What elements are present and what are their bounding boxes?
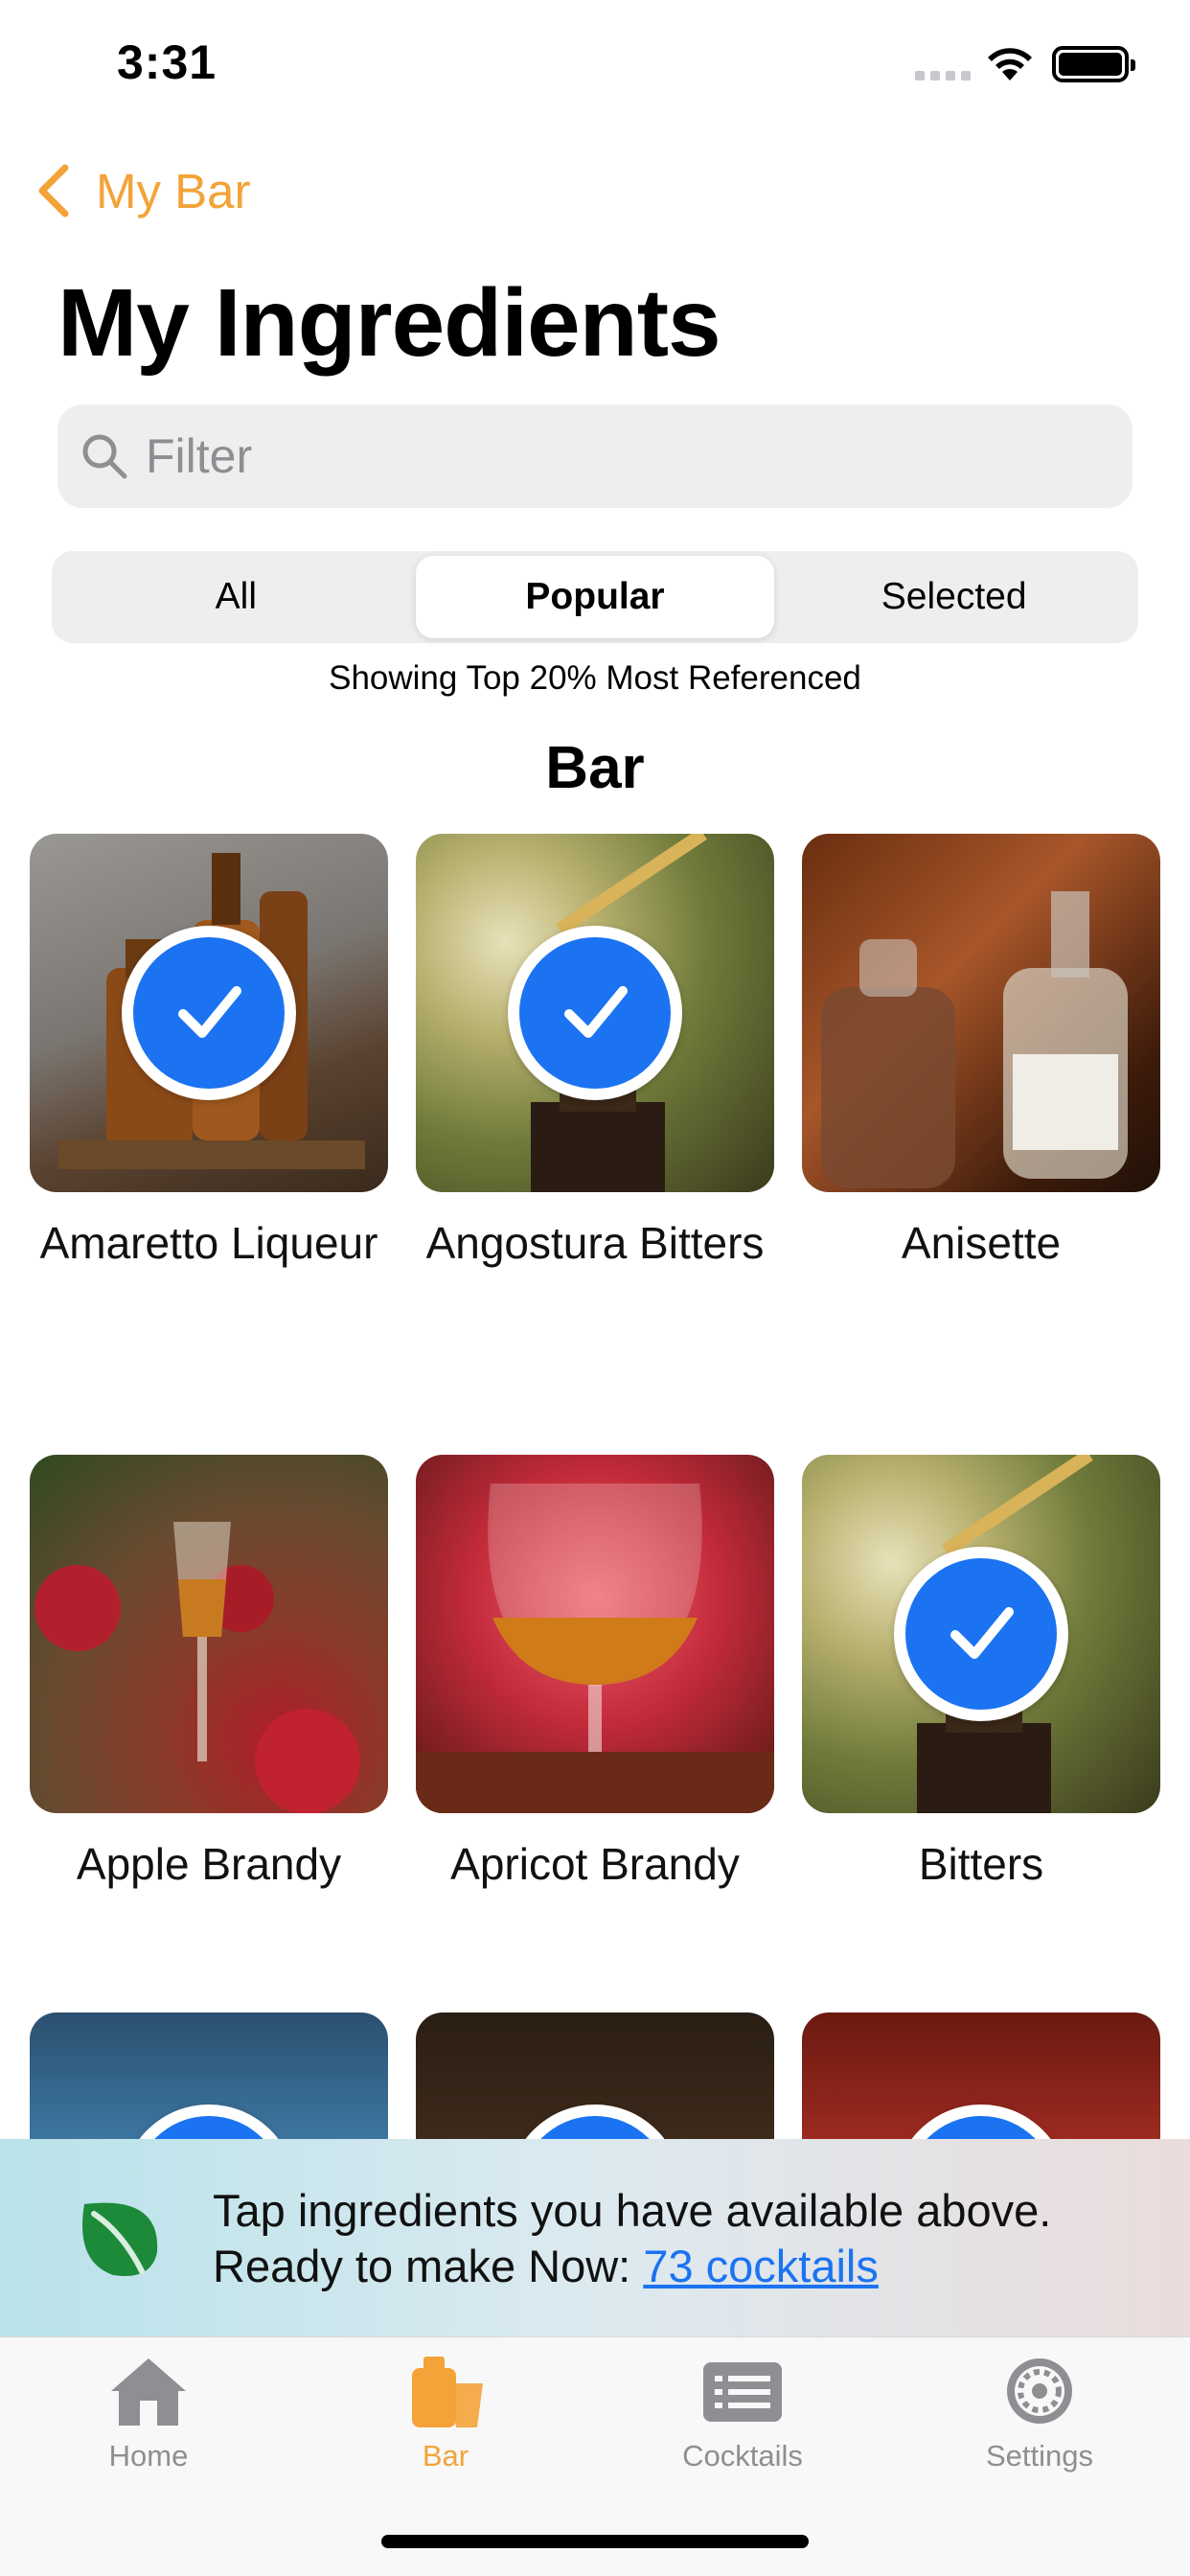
status-bar: 3:31	[0, 0, 1190, 134]
page-title: My Ingredients	[57, 269, 721, 377]
checkmark-badge	[122, 926, 296, 1100]
segment-all[interactable]: All	[57, 556, 416, 638]
tab-cocktails[interactable]: Cocktails	[628, 2353, 858, 2487]
cocktails-link[interactable]: 73 cocktails	[643, 2241, 879, 2291]
chevron-left-icon	[38, 164, 69, 218]
ingredient-image	[416, 1455, 774, 1813]
segmented-control: All Popular Selected	[52, 551, 1138, 643]
ingredient-tile-apricot-brandy[interactable]: Apricot Brandy	[416, 1455, 774, 1895]
ingredient-image	[802, 834, 1160, 1192]
ingredient-tile-anisette[interactable]: Anisette	[802, 834, 1160, 1274]
house-icon	[111, 2358, 186, 2426]
ingredient-image	[802, 1455, 1160, 1813]
tab-bar-label: Bar	[422, 2439, 469, 2472]
banner-line-2: Ready to make Now: 73 cocktails	[213, 2241, 879, 2291]
ingredient-tile-apple-brandy[interactable]: Apple Brandy	[30, 1455, 388, 1895]
ingredient-name: Amaretto Liqueur	[39, 1218, 378, 1268]
ingredient-name: Apple Brandy	[76, 1839, 342, 1889]
battery-icon	[1052, 46, 1135, 82]
tab-home-label: Home	[108, 2439, 189, 2472]
ingredient-tile-angostura-bitters[interactable]: Angostura Bitters	[416, 834, 774, 1274]
list-icon	[703, 2362, 782, 2422]
ingredient-name: Anisette	[901, 1218, 1062, 1268]
ingredient-tile-amaretto-liqueur[interactable]: Amaretto Liqueur	[30, 834, 388, 1274]
ingredient-name: Apricot Brandy	[450, 1839, 740, 1889]
bar-icon	[412, 2357, 483, 2427]
ingredient-name: Angostura Bitters	[425, 1218, 765, 1268]
tab-settings[interactable]: Settings	[925, 2353, 1155, 2487]
home-indicator	[381, 2535, 809, 2548]
ingredient-tile-bitters[interactable]: Bitters	[802, 1455, 1160, 1895]
gear-icon	[1007, 2358, 1072, 2424]
cellular-signal-icon	[915, 71, 971, 80]
banner-text: Tap ingredients you have available above…	[213, 2183, 1051, 2294]
leaf-icon	[82, 2202, 158, 2276]
tab-home[interactable]: Home	[34, 2353, 263, 2487]
status-time: 3:31	[117, 35, 217, 89]
checkmark-badge	[508, 926, 682, 1100]
segment-selected[interactable]: Selected	[774, 556, 1133, 638]
ingredient-name: Bitters	[918, 1839, 1044, 1889]
back-button-label: My Bar	[96, 163, 251, 218]
segment-popular[interactable]: Popular	[415, 556, 775, 638]
filter-search-field[interactable]	[57, 404, 1133, 508]
info-banner: Tap ingredients you have available above…	[0, 2139, 1190, 2336]
section-title: Bar	[545, 735, 645, 801]
wifi-icon	[988, 48, 1032, 80]
checkmark-icon	[950, 1607, 1014, 1659]
ingredient-image	[416, 834, 774, 1192]
search-icon	[82, 434, 127, 479]
checkmark-badge	[894, 1547, 1068, 1721]
checkmark-icon	[178, 986, 241, 1038]
tab-settings-label: Settings	[985, 2439, 1093, 2472]
tab-cocktails-label: Cocktails	[682, 2439, 803, 2472]
back-button[interactable]: My Bar	[34, 157, 251, 224]
filter-input[interactable]	[146, 428, 1008, 484]
ingredient-image	[30, 1455, 388, 1813]
tab-bar[interactable]: Bar	[331, 2353, 561, 2487]
ingredient-image	[30, 834, 388, 1192]
checkmark-icon	[564, 986, 628, 1038]
banner-line-1: Tap ingredients you have available above…	[213, 2185, 1052, 2236]
showing-caption: Showing Top 20% Most Referenced	[329, 659, 861, 697]
